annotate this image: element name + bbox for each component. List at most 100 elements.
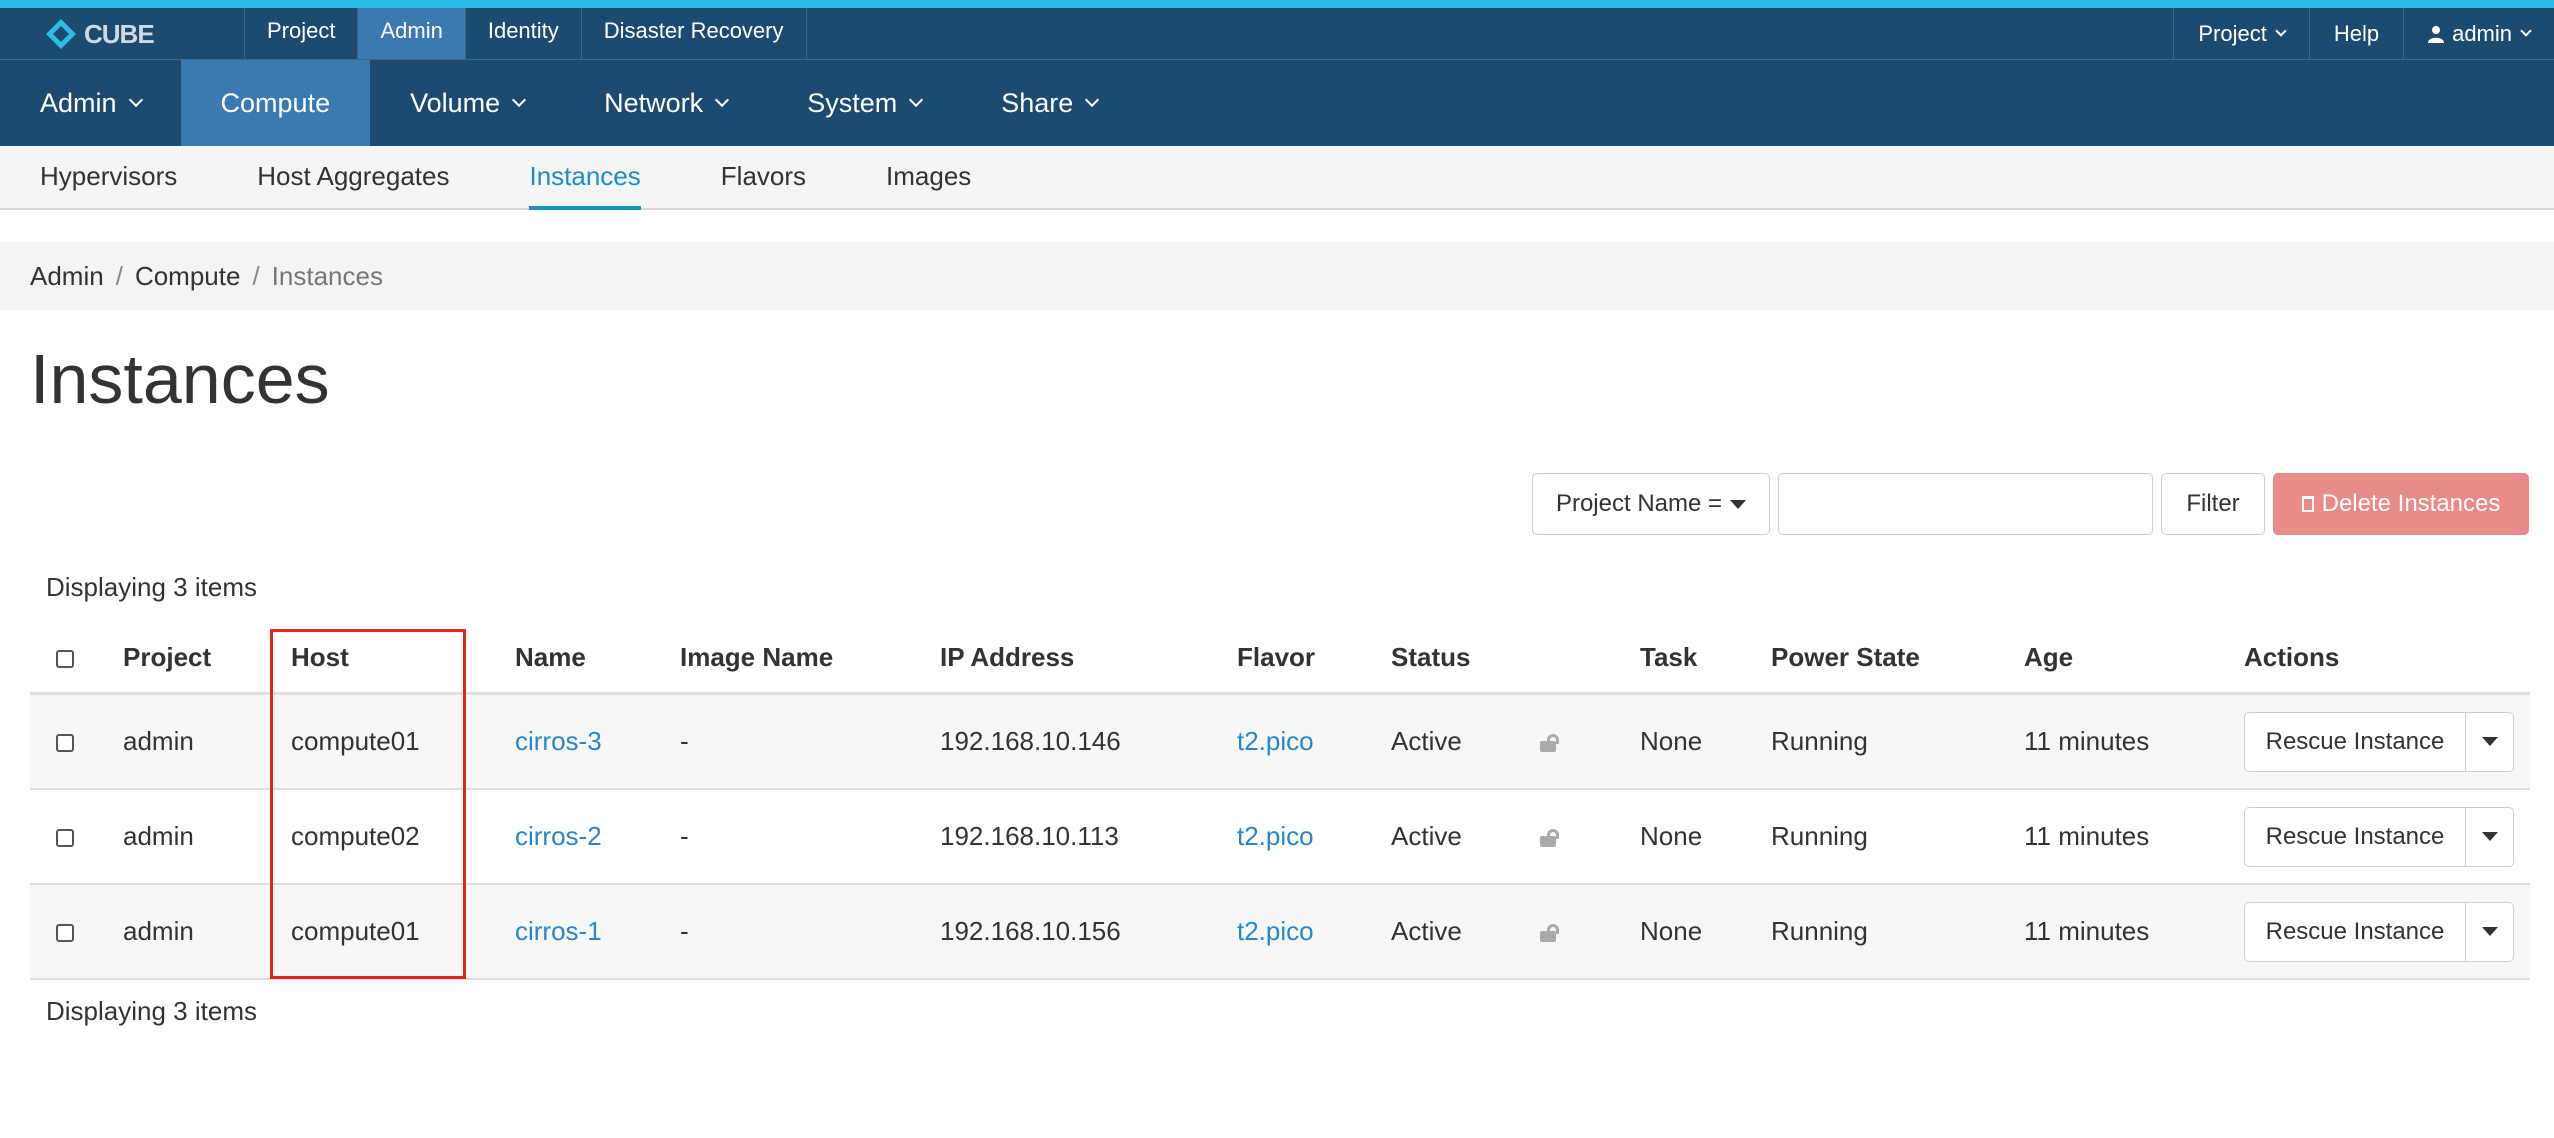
help-link[interactable]: Help (2308, 8, 2403, 59)
cell-image-name: - (680, 789, 940, 885)
cell-lock (1540, 693, 1640, 790)
user-icon (2428, 25, 2445, 43)
caret-down-icon (2481, 737, 2498, 746)
column-header-image-name[interactable]: Image Name (680, 622, 940, 695)
cell-power-state: Running (1771, 693, 2024, 790)
main-nav-system[interactable]: System (767, 60, 961, 146)
table-row: admin compute01 cirros-3 - 192.168.10.14… (30, 693, 2530, 790)
instance-name-link[interactable]: cirros-2 (515, 821, 602, 851)
main-nav-share[interactable]: Share (961, 60, 1137, 146)
instances-table: Project Host Name Image Name IP Address … (30, 622, 2530, 980)
column-header-host[interactable]: Host (291, 622, 515, 695)
main-nav-compute-label: Compute (220, 87, 331, 118)
project-dropdown[interactable]: Project (2173, 8, 2308, 59)
table-row: admin compute01 cirros-1 - 192.168.10.15… (30, 884, 2530, 980)
main-nav-admin[interactable]: Admin (0, 60, 181, 146)
actions-dropdown-toggle[interactable] (2466, 901, 2514, 962)
main-nav-volume[interactable]: Volume (370, 60, 564, 146)
filter-field-label: Project Name = (1555, 490, 1723, 517)
breadcrumb-separator: / (115, 260, 123, 291)
main-nav: Admin Compute Volume Network System Shar… (0, 60, 2554, 146)
cell-project: admin (123, 693, 291, 790)
filter-input[interactable] (1778, 473, 2153, 535)
filter-field-select[interactable]: Project Name = (1532, 473, 1770, 535)
top-bar: CUBE Project Admin Identity Disaster Rec… (0, 8, 2554, 60)
top-right-menu: Project Help admin (2173, 8, 2554, 59)
chevron-down-icon (1085, 92, 1100, 108)
rescue-instance-button[interactable]: Rescue Instance (2244, 806, 2466, 867)
cell-actions: Rescue Instance (2244, 789, 2530, 885)
top-nav-disaster-recovery[interactable]: Disaster Recovery (582, 8, 807, 59)
cell-flavor: t2.pico (1237, 884, 1391, 980)
cell-name: cirros-3 (515, 693, 680, 790)
breadcrumb-compute[interactable]: Compute (135, 261, 241, 292)
cell-name: cirros-2 (515, 789, 680, 885)
column-header-lock (1540, 622, 1640, 695)
cell-ip-address: 192.168.10.156 (940, 884, 1237, 980)
column-header-task[interactable]: Task (1640, 622, 1771, 695)
filter-toolbar: Project Name = Filter Delete Instances (1532, 473, 2529, 535)
page-title: Instances (30, 340, 330, 418)
column-header-power-state[interactable]: Power State (1771, 622, 2024, 695)
row-select-cell (30, 884, 123, 980)
user-menu[interactable]: admin (2403, 8, 2554, 59)
top-accent-stripe (0, 0, 2554, 8)
column-header-project[interactable]: Project (123, 622, 291, 695)
rescue-instance-button[interactable]: Rescue Instance (2244, 901, 2466, 962)
chevron-down-icon (128, 92, 143, 108)
top-nav-admin[interactable]: Admin (358, 8, 466, 59)
actions-dropdown-toggle[interactable] (2466, 806, 2514, 867)
row-checkbox[interactable] (56, 829, 74, 848)
sub-nav: Hypervisors Host Aggregates Instances Fl… (0, 146, 2554, 210)
row-checkbox[interactable] (56, 924, 74, 943)
top-nav-project[interactable]: Project (245, 8, 359, 59)
tab-flavors[interactable]: Flavors (721, 146, 806, 208)
cell-image-name: - (680, 884, 940, 980)
cell-task: None (1640, 789, 1771, 885)
cell-power-state: Running (1771, 884, 2024, 980)
breadcrumb-admin[interactable]: Admin (30, 261, 104, 292)
instance-name-link[interactable]: cirros-1 (515, 916, 602, 946)
logo[interactable]: CUBE (44, 16, 155, 52)
delete-instances-label: Delete Instances (2321, 490, 2501, 517)
select-all-checkbox[interactable] (56, 649, 74, 668)
row-checkbox[interactable] (56, 734, 74, 753)
main-nav-share-label: Share (1001, 87, 1074, 118)
cell-host: compute02 (291, 789, 515, 885)
tab-instances[interactable]: Instances (529, 146, 642, 210)
tab-images[interactable]: Images (886, 146, 971, 208)
flavor-link[interactable]: t2.pico (1237, 726, 1314, 756)
main-nav-compute[interactable]: Compute (180, 60, 371, 146)
column-header-status[interactable]: Status (1391, 622, 1540, 695)
cell-age: 11 minutes (2024, 693, 2244, 790)
top-nav: Project Admin Identity Disaster Recovery (244, 8, 807, 59)
caret-down-icon (2481, 832, 2498, 841)
instance-name-link[interactable]: cirros-3 (515, 726, 602, 756)
column-header-ip-address[interactable]: IP Address (940, 622, 1237, 695)
row-actions: Rescue Instance (2244, 806, 2514, 867)
tab-host-aggregates[interactable]: Host Aggregates (257, 146, 449, 208)
delete-instances-button[interactable]: Delete Instances (2273, 473, 2529, 535)
column-header-name[interactable]: Name (515, 622, 680, 695)
breadcrumb-current: Instances (271, 260, 383, 291)
cell-image-name: - (680, 693, 940, 790)
cell-ip-address: 192.168.10.113 (940, 789, 1237, 885)
column-header-age[interactable]: Age (2024, 622, 2244, 695)
main-nav-system-label: System (807, 87, 898, 118)
main-nav-network[interactable]: Network (564, 60, 767, 146)
main-nav-admin-label: Admin (40, 87, 117, 118)
tab-hypervisors[interactable]: Hypervisors (40, 146, 177, 208)
chevron-down-icon (715, 92, 730, 108)
cell-flavor: t2.pico (1237, 789, 1391, 885)
actions-dropdown-toggle[interactable] (2466, 711, 2514, 772)
rescue-instance-button[interactable]: Rescue Instance (2244, 711, 2466, 772)
cell-project: admin (123, 789, 291, 885)
cube-logo-icon (46, 19, 76, 49)
cell-host: compute01 (291, 693, 515, 790)
cell-ip-address: 192.168.10.146 (940, 693, 1237, 790)
column-header-flavor[interactable]: Flavor (1237, 622, 1391, 695)
filter-button[interactable]: Filter (2161, 473, 2265, 535)
flavor-link[interactable]: t2.pico (1237, 821, 1314, 851)
flavor-link[interactable]: t2.pico (1237, 916, 1314, 946)
top-nav-identity[interactable]: Identity (466, 8, 582, 59)
